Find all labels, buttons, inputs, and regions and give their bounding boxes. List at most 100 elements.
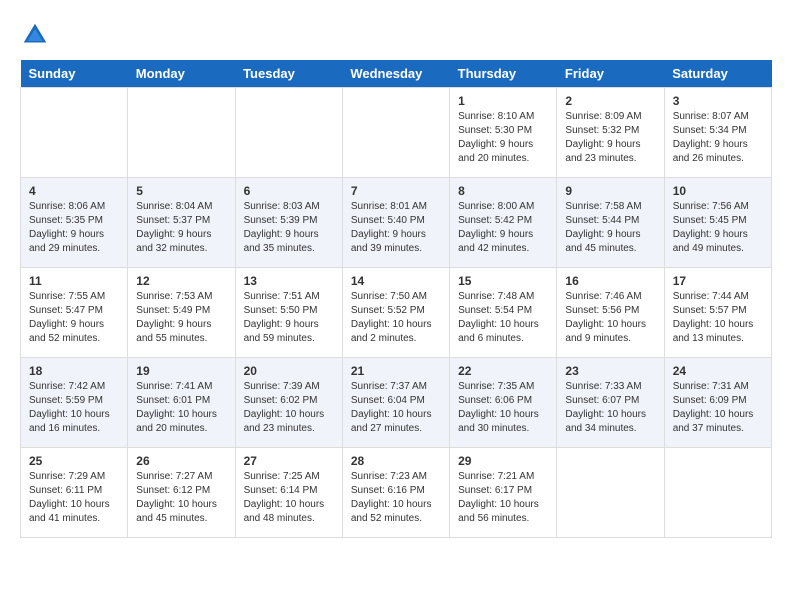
week-row-1: 1 Sunrise: 8:10 AM Sunset: 5:30 PM Daylig… (21, 88, 772, 178)
day-number: 9 (565, 184, 655, 198)
day-cell: 11 Sunrise: 7:55 AM Sunset: 5:47 PM Dayli… (21, 268, 128, 358)
day-cell: 28 Sunrise: 7:23 AM Sunset: 6:16 PM Dayli… (342, 448, 449, 538)
day-number: 20 (244, 364, 334, 378)
day-number: 1 (458, 94, 548, 108)
day-info: Sunrise: 7:39 AM Sunset: 6:02 PM Dayligh… (244, 380, 334, 436)
day-number: 10 (673, 184, 763, 198)
logo (20, 20, 54, 50)
day-number: 17 (673, 274, 763, 288)
day-info: Sunrise: 7:55 AM Sunset: 5:47 PM Dayligh… (29, 290, 119, 346)
day-number: 6 (244, 184, 334, 198)
day-cell: 1 Sunrise: 8:10 AM Sunset: 5:30 PM Daylig… (450, 88, 557, 178)
day-cell (342, 88, 449, 178)
col-header-friday: Friday (557, 60, 664, 88)
day-info: Sunrise: 8:00 AM Sunset: 5:42 PM Dayligh… (458, 200, 548, 256)
day-info: Sunrise: 7:48 AM Sunset: 5:54 PM Dayligh… (458, 290, 548, 346)
day-cell: 7 Sunrise: 8:01 AM Sunset: 5:40 PM Daylig… (342, 178, 449, 268)
day-number: 29 (458, 454, 548, 468)
day-cell: 4Sunrise: 8:06 AM Sunset: 5:35 PM Daylig… (21, 178, 128, 268)
day-cell (235, 88, 342, 178)
day-info: Sunrise: 7:31 AM Sunset: 6:09 PM Dayligh… (673, 380, 763, 436)
day-number: 8 (458, 184, 548, 198)
day-number: 24 (673, 364, 763, 378)
day-info: Sunrise: 7:29 AM Sunset: 6:11 PM Dayligh… (29, 470, 119, 526)
day-cell: 2 Sunrise: 8:09 AM Sunset: 5:32 PM Daylig… (557, 88, 664, 178)
day-info: Sunrise: 7:56 AM Sunset: 5:45 PM Dayligh… (673, 200, 763, 256)
day-cell: 10 Sunrise: 7:56 AM Sunset: 5:45 PM Dayli… (664, 178, 771, 268)
day-info: Sunrise: 8:09 AM Sunset: 5:32 PM Dayligh… (565, 110, 655, 166)
day-info: Sunrise: 8:03 AM Sunset: 5:39 PM Dayligh… (244, 200, 334, 256)
day-cell (664, 448, 771, 538)
day-number: 3 (673, 94, 763, 108)
week-row-5: 25 Sunrise: 7:29 AM Sunset: 6:11 PM Dayli… (21, 448, 772, 538)
day-number: 21 (351, 364, 441, 378)
day-info: Sunrise: 7:33 AM Sunset: 6:07 PM Dayligh… (565, 380, 655, 436)
day-number: 16 (565, 274, 655, 288)
day-cell: 21 Sunrise: 7:37 AM Sunset: 6:04 PM Dayli… (342, 358, 449, 448)
day-number: 12 (136, 274, 226, 288)
day-info: Sunrise: 7:37 AM Sunset: 6:04 PM Dayligh… (351, 380, 441, 436)
day-cell: 20 Sunrise: 7:39 AM Sunset: 6:02 PM Dayli… (235, 358, 342, 448)
page-header (20, 20, 772, 50)
day-info: Sunrise: 7:27 AM Sunset: 6:12 PM Dayligh… (136, 470, 226, 526)
day-cell: 19 Sunrise: 7:41 AM Sunset: 6:01 PM Dayli… (128, 358, 235, 448)
day-info: Sunrise: 8:01 AM Sunset: 5:40 PM Dayligh… (351, 200, 441, 256)
day-number: 19 (136, 364, 226, 378)
day-cell: 5Sunrise: 8:04 AM Sunset: 5:37 PM Daylig… (128, 178, 235, 268)
col-header-wednesday: Wednesday (342, 60, 449, 88)
day-info: Sunrise: 7:50 AM Sunset: 5:52 PM Dayligh… (351, 290, 441, 346)
day-number: 15 (458, 274, 548, 288)
day-info: Sunrise: 8:10 AM Sunset: 5:30 PM Dayligh… (458, 110, 548, 166)
day-number: 27 (244, 454, 334, 468)
day-number: 2 (565, 94, 655, 108)
day-number: 14 (351, 274, 441, 288)
day-cell: 23 Sunrise: 7:33 AM Sunset: 6:07 PM Dayli… (557, 358, 664, 448)
calendar-table: SundayMondayTuesdayWednesdayThursdayFrid… (20, 60, 772, 538)
day-cell (21, 88, 128, 178)
day-cell: 18 Sunrise: 7:42 AM Sunset: 5:59 PM Dayli… (21, 358, 128, 448)
day-cell: 16 Sunrise: 7:46 AM Sunset: 5:56 PM Dayli… (557, 268, 664, 358)
day-cell: 14 Sunrise: 7:50 AM Sunset: 5:52 PM Dayli… (342, 268, 449, 358)
day-info: Sunrise: 7:51 AM Sunset: 5:50 PM Dayligh… (244, 290, 334, 346)
col-header-tuesday: Tuesday (235, 60, 342, 88)
day-cell: 12 Sunrise: 7:53 AM Sunset: 5:49 PM Dayli… (128, 268, 235, 358)
day-cell: 9Sunrise: 7:58 AM Sunset: 5:44 PM Daylig… (557, 178, 664, 268)
day-info: Sunrise: 7:41 AM Sunset: 6:01 PM Dayligh… (136, 380, 226, 436)
day-info: Sunrise: 7:44 AM Sunset: 5:57 PM Dayligh… (673, 290, 763, 346)
day-cell: 27 Sunrise: 7:25 AM Sunset: 6:14 PM Dayli… (235, 448, 342, 538)
week-row-3: 11 Sunrise: 7:55 AM Sunset: 5:47 PM Dayli… (21, 268, 772, 358)
day-number: 4 (29, 184, 119, 198)
day-info: Sunrise: 7:42 AM Sunset: 5:59 PM Dayligh… (29, 380, 119, 436)
day-cell: 24 Sunrise: 7:31 AM Sunset: 6:09 PM Dayli… (664, 358, 771, 448)
col-header-thursday: Thursday (450, 60, 557, 88)
day-info: Sunrise: 8:07 AM Sunset: 5:34 PM Dayligh… (673, 110, 763, 166)
day-cell: 13Sunrise: 7:51 AM Sunset: 5:50 PM Dayli… (235, 268, 342, 358)
day-info: Sunrise: 7:35 AM Sunset: 6:06 PM Dayligh… (458, 380, 548, 436)
day-info: Sunrise: 7:53 AM Sunset: 5:49 PM Dayligh… (136, 290, 226, 346)
logo-icon (20, 20, 50, 50)
week-row-2: 4Sunrise: 8:06 AM Sunset: 5:35 PM Daylig… (21, 178, 772, 268)
day-number: 25 (29, 454, 119, 468)
day-info: Sunrise: 7:25 AM Sunset: 6:14 PM Dayligh… (244, 470, 334, 526)
day-number: 7 (351, 184, 441, 198)
day-number: 23 (565, 364, 655, 378)
header-row: SundayMondayTuesdayWednesdayThursdayFrid… (21, 60, 772, 88)
day-cell: 15 Sunrise: 7:48 AM Sunset: 5:54 PM Dayli… (450, 268, 557, 358)
day-info: Sunrise: 8:04 AM Sunset: 5:37 PM Dayligh… (136, 200, 226, 256)
col-header-monday: Monday (128, 60, 235, 88)
day-cell (557, 448, 664, 538)
day-number: 18 (29, 364, 119, 378)
col-header-saturday: Saturday (664, 60, 771, 88)
day-info: Sunrise: 7:46 AM Sunset: 5:56 PM Dayligh… (565, 290, 655, 346)
day-cell: 22Sunrise: 7:35 AM Sunset: 6:06 PM Dayli… (450, 358, 557, 448)
day-cell: 26Sunrise: 7:27 AM Sunset: 6:12 PM Dayli… (128, 448, 235, 538)
day-info: Sunrise: 7:23 AM Sunset: 6:16 PM Dayligh… (351, 470, 441, 526)
week-row-4: 18 Sunrise: 7:42 AM Sunset: 5:59 PM Dayli… (21, 358, 772, 448)
day-cell: 17 Sunrise: 7:44 AM Sunset: 5:57 PM Dayli… (664, 268, 771, 358)
day-number: 28 (351, 454, 441, 468)
day-number: 11 (29, 274, 119, 288)
col-header-sunday: Sunday (21, 60, 128, 88)
day-cell: 25 Sunrise: 7:29 AM Sunset: 6:11 PM Dayli… (21, 448, 128, 538)
day-info: Sunrise: 7:21 AM Sunset: 6:17 PM Dayligh… (458, 470, 548, 526)
day-cell (128, 88, 235, 178)
